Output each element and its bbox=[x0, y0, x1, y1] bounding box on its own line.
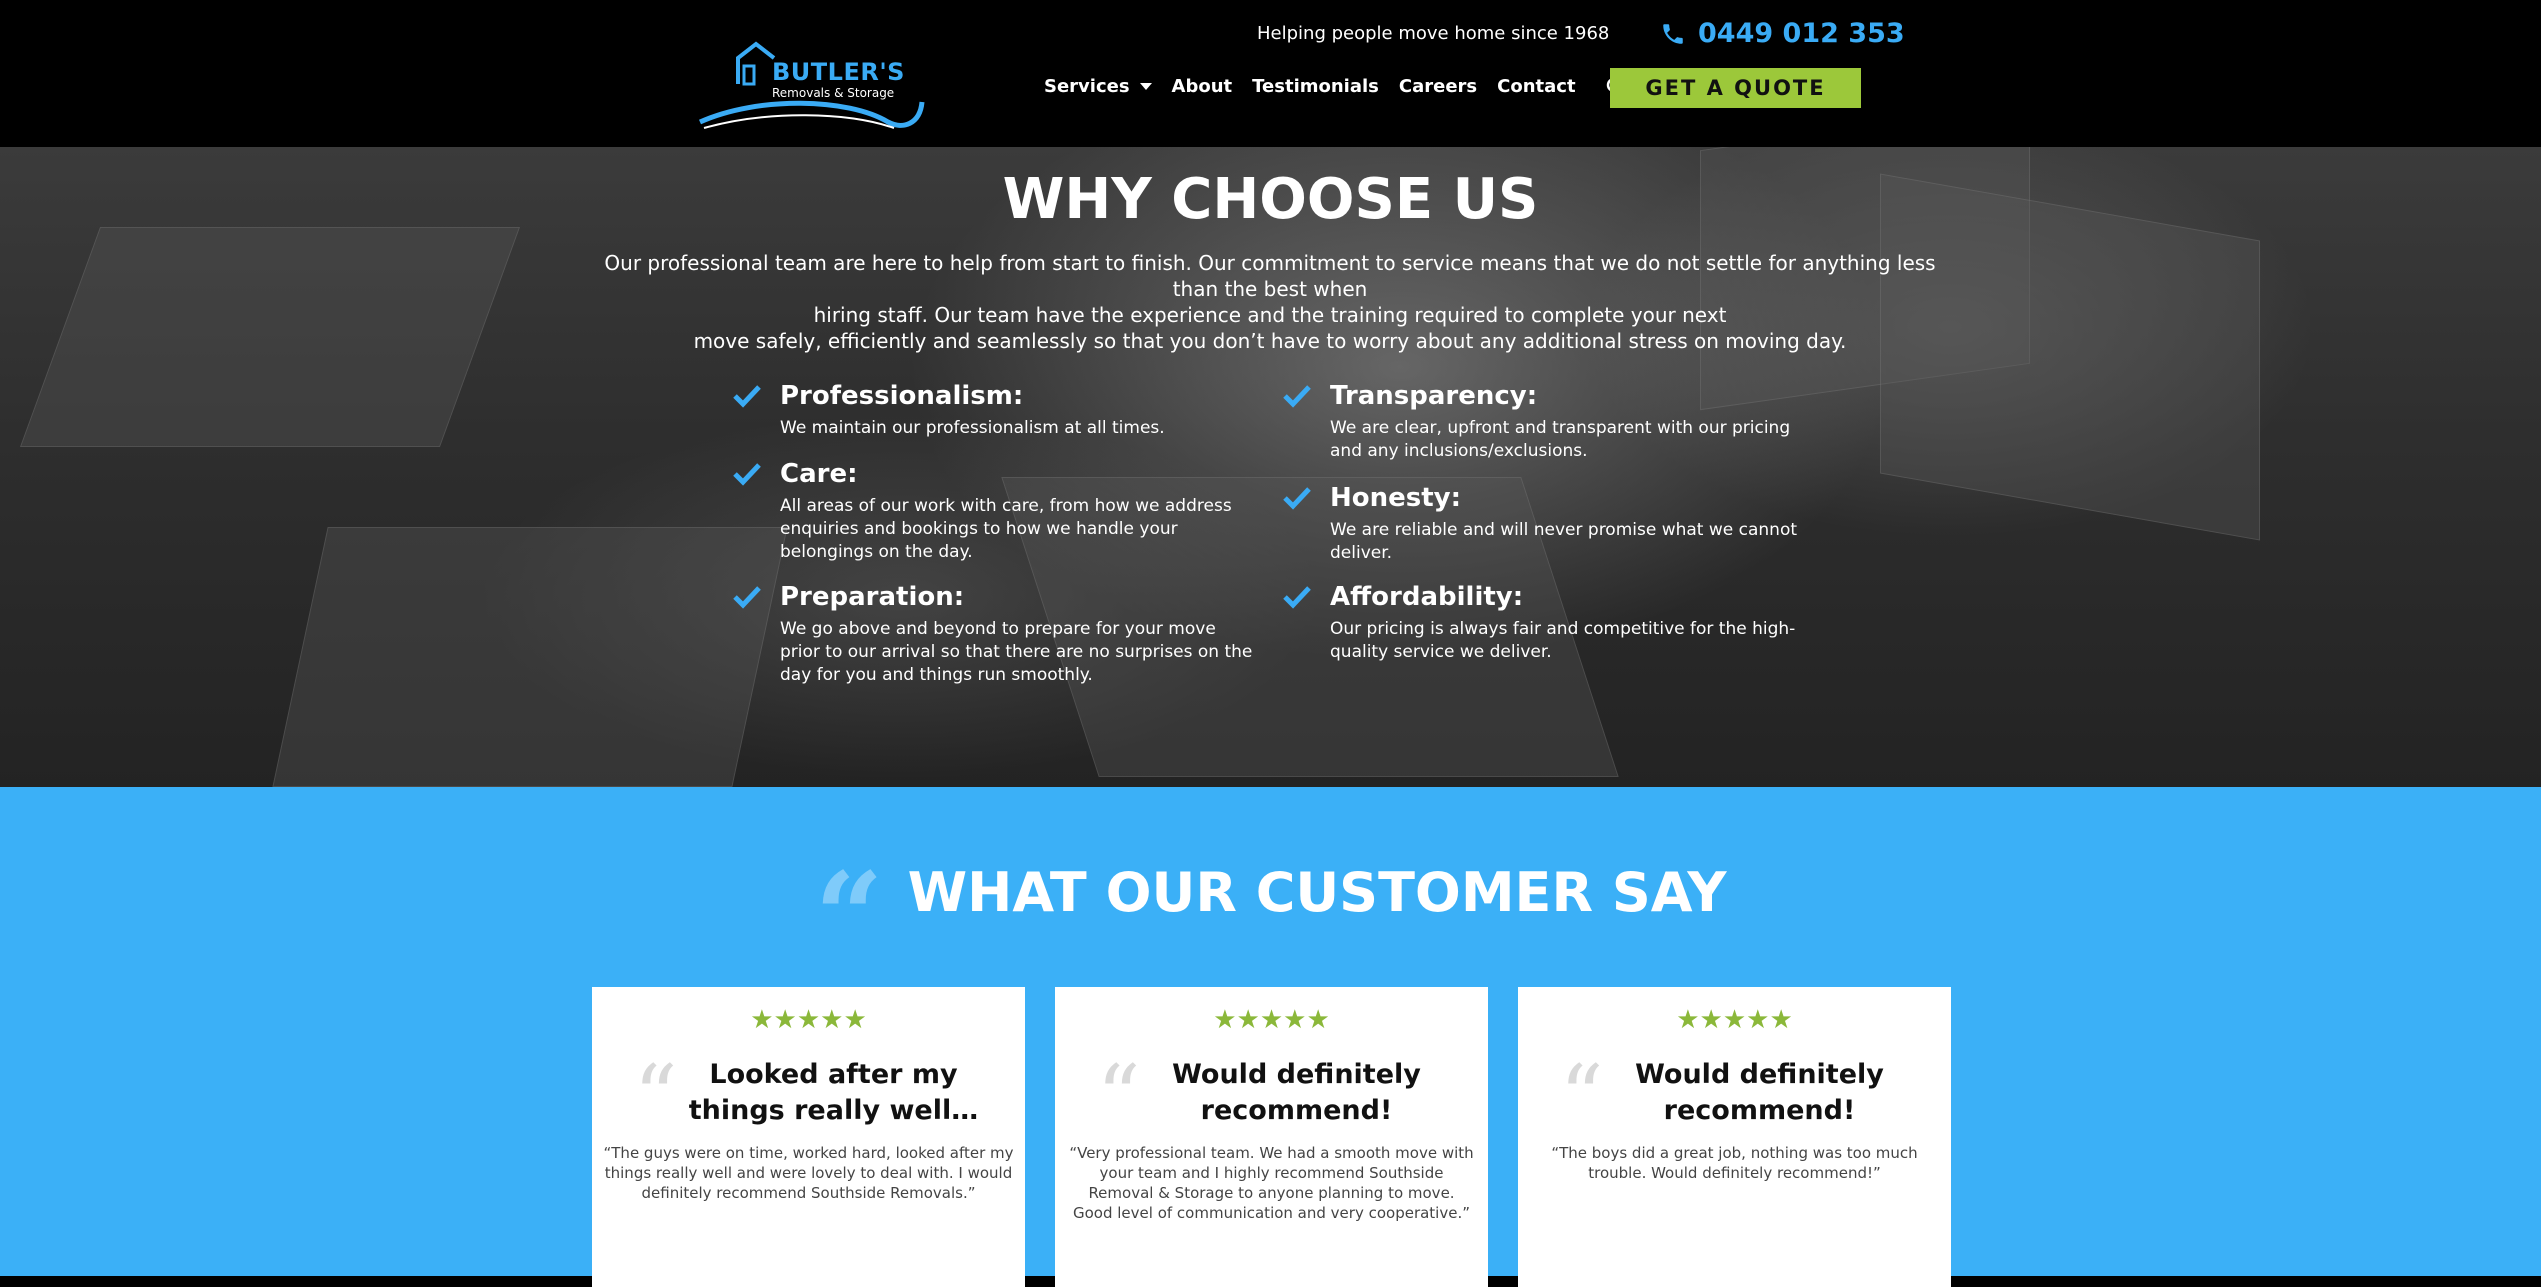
testimonial-text: “The guys were on time, worked hard, loo… bbox=[603, 1144, 1014, 1202]
checkmark-icon bbox=[1283, 487, 1311, 510]
feature-description: Our pricing is always fair and competiti… bbox=[1330, 619, 1796, 662]
phone-number: 0449 012 353 bbox=[1698, 18, 1905, 49]
nav-services-label: Services bbox=[1044, 76, 1130, 97]
intro-line: Our professional team are here to help f… bbox=[604, 251, 1936, 301]
nav-services[interactable]: Services bbox=[1044, 76, 1152, 97]
testimonial-title: Would definitely recommend! bbox=[1172, 1059, 1421, 1126]
nav-about[interactable]: About bbox=[1172, 76, 1233, 97]
feature-title: Care: bbox=[780, 459, 858, 489]
phone-link[interactable]: 0449 012 353 bbox=[1660, 18, 1905, 49]
get-a-quote-button[interactable]: GET A QUOTE bbox=[1610, 68, 1861, 108]
checkmark-icon bbox=[1283, 385, 1311, 408]
background-box bbox=[272, 527, 788, 787]
section-title: WHY CHOOSE US bbox=[1002, 167, 1539, 232]
feature-title: Honesty: bbox=[1330, 483, 1462, 513]
section-title: WHAT OUR CUSTOMER SAY bbox=[907, 860, 1727, 924]
testimonial-card: ★★★★★ “ Would definitely recommend! “Ver… bbox=[1055, 987, 1488, 1287]
feature-description: We maintain our professionalism at all t… bbox=[780, 418, 1165, 438]
testimonial-title: Would definitely recommend! bbox=[1635, 1059, 1884, 1126]
feature-description: We go above and beyond to prepare for yo… bbox=[780, 619, 1253, 685]
quote-icon: “ bbox=[1096, 1047, 1141, 1147]
background-box bbox=[19, 227, 521, 447]
feature-title: Affordability: bbox=[1330, 582, 1524, 612]
testimonials-section: “ WHAT OUR CUSTOMER SAY ★★★★★ “ Looked a… bbox=[0, 787, 2541, 1287]
testimonial-card: ★★★★★ “ Looked after my things really we… bbox=[592, 987, 1025, 1287]
testimonial-text: “The boys did a great job, nothing was t… bbox=[1551, 1144, 1918, 1182]
tagline: Helping people move home since 1968 bbox=[1257, 23, 1610, 44]
testimonial-text: “Very professional team. We had a smooth… bbox=[1069, 1144, 1474, 1222]
checkmark-icon bbox=[733, 586, 761, 609]
intro-line: hiring staff. Our team have the experien… bbox=[813, 303, 1727, 327]
checkmark-icon bbox=[733, 463, 761, 486]
phone-icon bbox=[1663, 23, 1683, 44]
quote-icon: “ bbox=[633, 1047, 678, 1147]
testimonial-title: Looked after my things really well… bbox=[688, 1059, 979, 1126]
section-intro: Our professional team are here to help f… bbox=[580, 250, 1960, 354]
testimonial-header: “ Would definitely recommend! bbox=[1055, 1047, 1488, 1147]
star-rating: ★★★★★ bbox=[1213, 1005, 1330, 1035]
main-nav: Services About Testimonials Careers Cont… bbox=[1044, 76, 1626, 97]
feature-description: We are clear, upfront and transparent wi… bbox=[1330, 418, 1791, 461]
star-rating: ★★★★★ bbox=[750, 1005, 867, 1035]
testimonial-card: ★★★★★ “ Would definitely recommend! “The… bbox=[1518, 987, 1951, 1287]
chevron-down-icon bbox=[1139, 83, 1152, 90]
checkmark-icon bbox=[1283, 586, 1311, 609]
testimonial-header: “ Would definitely recommend! bbox=[1518, 1047, 1951, 1147]
nav-careers[interactable]: Careers bbox=[1399, 76, 1477, 97]
feature-title: Professionalism: bbox=[780, 381, 1024, 411]
feature-description: All areas of our work with care, from ho… bbox=[780, 496, 1232, 562]
nav-testimonials[interactable]: Testimonials bbox=[1252, 76, 1379, 97]
site-header: BUTLER'S Removals & Storage Helping peop… bbox=[0, 0, 2541, 147]
intro-line: move safely, efficiently and seamlessly … bbox=[693, 329, 1847, 353]
testimonials-heading: “ WHAT OUR CUSTOMER SAY bbox=[0, 846, 2541, 987]
logo-subtitle: Removals & Storage bbox=[772, 86, 895, 100]
star-rating: ★★★★★ bbox=[1676, 1005, 1793, 1035]
logo-name: BUTLER'S bbox=[772, 58, 905, 86]
testimonial-header: “ Looked after my things really well… bbox=[592, 1047, 1025, 1147]
why-choose-us-section: WHY CHOOSE US Our professional team are … bbox=[0, 147, 2541, 787]
feature-title: Preparation: bbox=[780, 582, 965, 612]
checkmark-icon bbox=[733, 385, 761, 408]
feature-description: We are reliable and will never promise w… bbox=[1330, 520, 1798, 563]
nav-contact[interactable]: Contact bbox=[1497, 76, 1575, 97]
quote-icon: “ bbox=[814, 846, 884, 987]
quote-icon: “ bbox=[1559, 1047, 1604, 1147]
feature-title: Transparency: bbox=[1330, 381, 1538, 411]
